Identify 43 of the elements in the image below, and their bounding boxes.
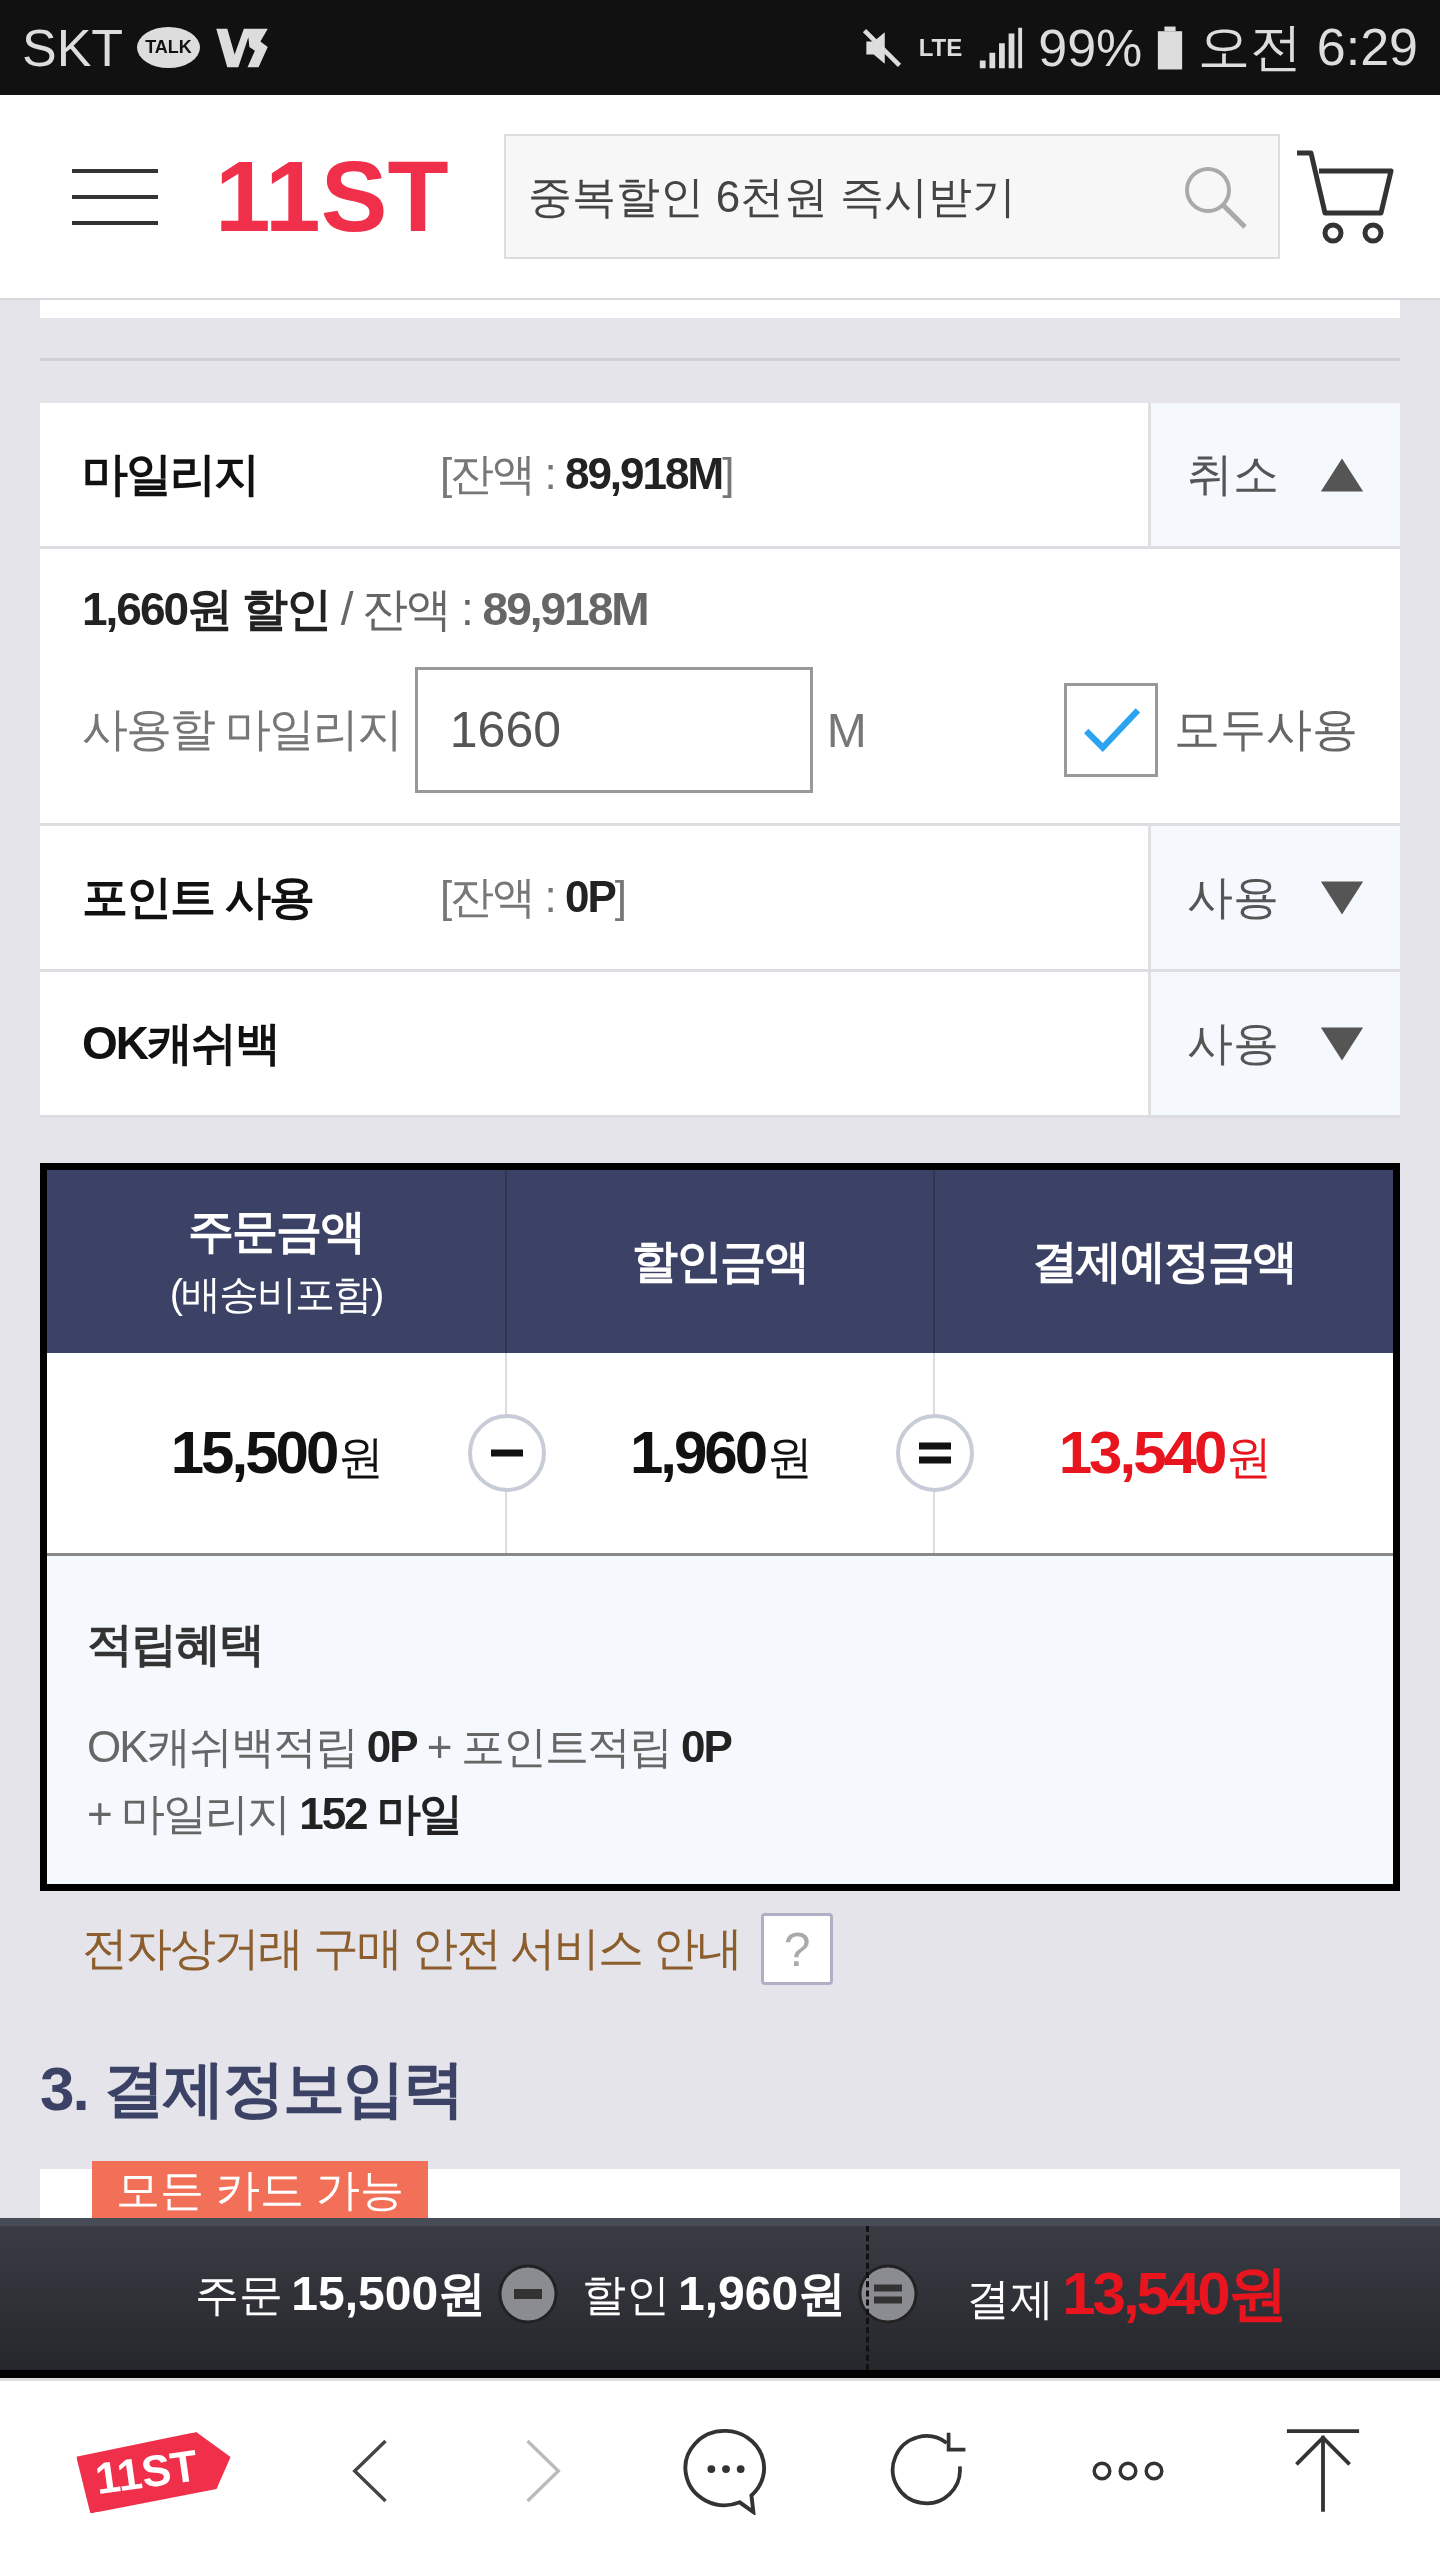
safety-link[interactable]: 전자상거래 구매 안전 서비스 안내 [82, 1918, 742, 1980]
equals-icon [858, 2264, 919, 2324]
column-header: 주문금액 (배송비포함) [47, 1170, 507, 1353]
menu-icon[interactable] [70, 166, 160, 227]
caret-icon [1318, 878, 1365, 917]
discount-title: OK캐쉬백 [82, 1015, 280, 1071]
use-all-checkbox[interactable] [1064, 683, 1158, 777]
amount-text: 13,540원 [1058, 1417, 1270, 1488]
discount-title: 포인트 사용 [82, 869, 314, 925]
column-header: 할인금액 [507, 1170, 935, 1353]
benefits-title: 적립혜택 [87, 1618, 263, 1670]
battery-label: 99% [1038, 17, 1143, 78]
network-label: LTE [918, 33, 963, 62]
field-label: 사용할 마일리지 [82, 702, 401, 757]
minus-icon [467, 1413, 547, 1493]
search-field[interactable]: 중복할인 6천원 즉시받기 [503, 134, 1280, 259]
carrier-label: SKT [22, 17, 124, 78]
caret-icon [1318, 1024, 1365, 1063]
benefit-text: OK캐쉬백적립 0P + 포인트적립 0P [87, 1721, 733, 1773]
balance-text: [잔액 : 0P] [440, 871, 625, 923]
toggle-button[interactable]: 사용 [1148, 826, 1400, 969]
benefit-text: + 마일리지 152 마일 [87, 1788, 462, 1840]
mileage-input[interactable]: 1660 [414, 667, 813, 793]
discount-title: 마일리지 [82, 446, 259, 502]
amount-text: 15,500원 [170, 1417, 382, 1488]
toggle-button[interactable]: 사용 [1148, 972, 1400, 1115]
total-item: 결제 13,540원 [966, 2258, 1285, 2329]
equals-icon [895, 1413, 975, 1493]
toggle-button[interactable]: 취소 [1148, 403, 1400, 546]
section-title: 3. 결제정보입력 [40, 2053, 464, 2125]
total-item: 주문 15,500원 [195, 2266, 487, 2322]
unit-label: M [826, 702, 867, 758]
minus-icon [498, 2264, 559, 2324]
card-badge: 모든 카드 가능 [92, 2161, 429, 2218]
checkbox-label: 모두사용 [1174, 702, 1358, 757]
total-item: 할인 1,960원 [582, 2266, 847, 2322]
amount-text: 1,960원 [629, 1417, 811, 1488]
logo[interactable]: 11ST [215, 139, 449, 254]
balance-text: [잔액 : 89,918M] [440, 448, 733, 500]
talk-badge: TALK [137, 27, 200, 68]
discount-summary: 1,660원 할인 / 잔액 : 89,918M [82, 582, 649, 637]
column-header: 결제예정금액 [1031, 1233, 1297, 1289]
clock: 오전 6:29 [1198, 16, 1418, 78]
